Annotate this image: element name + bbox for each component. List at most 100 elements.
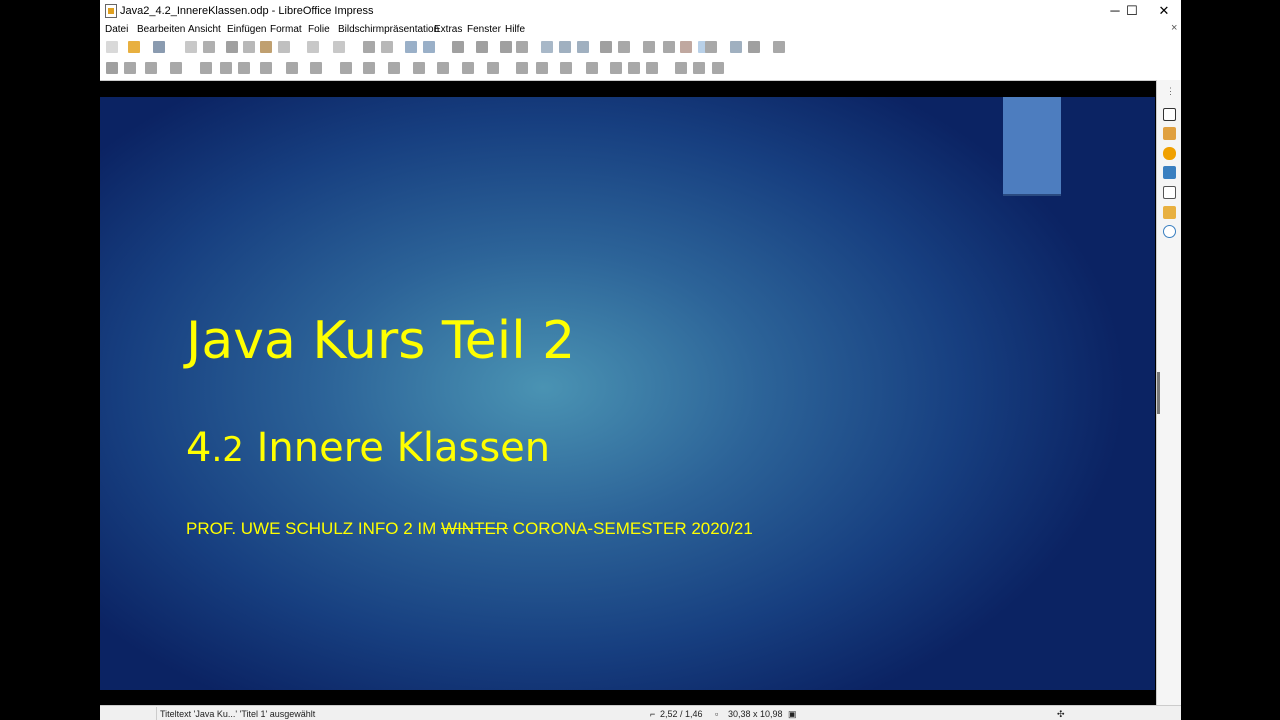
sidebar-resize-handle[interactable]: [1157, 372, 1160, 414]
subtitle-chapter-number: 4: [186, 425, 212, 471]
print-icon[interactable]: [203, 41, 215, 53]
impress-app-icon: [105, 4, 117, 18]
zoom-icon[interactable]: [124, 62, 136, 74]
media-icon[interactable]: [559, 41, 571, 53]
paste-icon[interactable]: [260, 41, 272, 53]
drawing-toolbar: [100, 59, 1181, 81]
crop-icon[interactable]: [628, 62, 640, 74]
arrange-icon[interactable]: [560, 62, 572, 74]
fit-slide-icon[interactable]: ✣: [1057, 709, 1065, 720]
close-document-icon[interactable]: ×: [1171, 22, 1177, 34]
symbol-shapes-icon[interactable]: [363, 62, 375, 74]
redo-icon[interactable]: [333, 41, 345, 53]
toggle-extrusion-icon[interactable]: [712, 62, 724, 74]
start-first-slide-icon[interactable]: [452, 41, 464, 53]
fill-color-icon[interactable]: [170, 62, 182, 74]
status-size: 30,38 x 10,98: [728, 709, 783, 719]
slide-canvas[interactable]: Java Kurs Teil 2 4.2 Innere Klassen PROF…: [100, 97, 1155, 690]
save-icon[interactable]: [153, 41, 165, 53]
gallery-icon[interactable]: [1163, 206, 1176, 219]
glue-points-icon[interactable]: [693, 62, 705, 74]
stars-icon[interactable]: [462, 62, 474, 74]
text-box-icon[interactable]: [600, 41, 612, 53]
export-pdf-icon[interactable]: [185, 41, 197, 53]
slide-decor-rectangle[interactable]: [1003, 97, 1061, 196]
cut-icon[interactable]: [226, 41, 238, 53]
subtitle-text: Innere Klassen: [243, 425, 551, 471]
sidebar-deck: ⋮: [1156, 80, 1181, 705]
sidebar-more-icon[interactable]: ⋮: [1166, 86, 1175, 97]
author-text-strikethrough: WINTER: [441, 519, 509, 538]
menu-extras[interactable]: Extras: [434, 24, 462, 35]
animation-icon[interactable]: [1163, 147, 1176, 160]
slide-author-line[interactable]: PROF. UWE SCHULZ INFO 2 IM WINTER CORONA…: [186, 519, 753, 539]
flowchart-icon[interactable]: [413, 62, 425, 74]
menu-bildschirmpraesentation[interactable]: Bildschirmpräsentation: [338, 24, 439, 35]
menu-folie[interactable]: Folie: [308, 24, 330, 35]
curve-icon[interactable]: [286, 62, 298, 74]
select-arrow-icon[interactable]: [106, 62, 118, 74]
menu-hilfe[interactable]: Hilfe: [505, 24, 525, 35]
comment-icon[interactable]: [680, 41, 692, 53]
line-icon[interactable]: [200, 62, 212, 74]
distribute-icon[interactable]: [586, 62, 598, 74]
chart-icon[interactable]: [577, 41, 589, 53]
slide-title[interactable]: Java Kurs Teil 2: [186, 311, 575, 371]
align-icon[interactable]: [536, 62, 548, 74]
new-document-icon[interactable]: [106, 41, 118, 53]
special-character-icon[interactable]: [618, 41, 630, 53]
status-bar: Titeltext 'Java Ku...' 'Titel 1' ausgewä…: [100, 705, 1181, 720]
duplicate-slide-icon[interactable]: [730, 41, 742, 53]
menu-ansicht[interactable]: Ansicht: [188, 24, 221, 35]
slide-layout-icon[interactable]: [705, 41, 717, 53]
menu-einfuegen[interactable]: Einfügen: [227, 24, 266, 35]
properties-icon[interactable]: [1163, 108, 1176, 121]
callouts-icon[interactable]: [437, 62, 449, 74]
position-icon: ⌐: [650, 709, 656, 719]
close-button[interactable]: ✕: [1150, 2, 1178, 20]
slide-subtitle[interactable]: 4.2 Innere Klassen: [186, 425, 550, 471]
undo-icon[interactable]: [307, 41, 319, 53]
clone-formatting-icon[interactable]: [278, 41, 290, 53]
copy-icon[interactable]: [243, 41, 255, 53]
standard-toolbar: [100, 38, 1181, 60]
menu-datei[interactable]: Datei: [105, 24, 128, 35]
rotate-icon[interactable]: [516, 62, 528, 74]
filter-icon[interactable]: [646, 62, 658, 74]
styles-icon[interactable]: [1163, 186, 1176, 199]
line-color-icon[interactable]: [145, 62, 157, 74]
block-arrows-icon[interactable]: [388, 62, 400, 74]
new-slide-icon[interactable]: [500, 41, 512, 53]
slide-workspace: Java Kurs Teil 2 4.2 Innere Klassen PROF…: [100, 80, 1156, 705]
document-modified-icon[interactable]: ▣: [788, 709, 797, 720]
slide-show-icon[interactable]: [748, 41, 760, 53]
more-options-icon[interactable]: [773, 41, 785, 53]
menu-fenster[interactable]: Fenster: [467, 24, 501, 35]
3d-objects-icon[interactable]: [487, 62, 499, 74]
find-replace-icon[interactable]: [363, 41, 375, 53]
open-folder-icon[interactable]: [128, 41, 140, 53]
maximize-button[interactable]: ☐: [1118, 2, 1146, 20]
menu-bearbeiten[interactable]: Bearbeiten: [137, 24, 185, 35]
start-current-slide-icon[interactable]: [476, 41, 488, 53]
fontwork-icon[interactable]: [643, 41, 655, 53]
table-icon[interactable]: [516, 41, 528, 53]
slide-transition-icon[interactable]: [1163, 127, 1176, 140]
hyperlink-icon[interactable]: [663, 41, 675, 53]
rectangle-icon[interactable]: [220, 62, 232, 74]
navigator-icon[interactable]: [1163, 225, 1176, 238]
ellipse-icon[interactable]: [238, 62, 250, 74]
menu-bar: Datei Bearbeiten Ansicht Einfügen Format…: [100, 22, 1181, 38]
display-views-icon[interactable]: [405, 41, 417, 53]
author-text-post: CORONA-SEMESTER 2020/21: [508, 519, 753, 538]
shadow-icon[interactable]: [610, 62, 622, 74]
basic-shapes-icon[interactable]: [340, 62, 352, 74]
points-icon[interactable]: [675, 62, 687, 74]
image-icon[interactable]: [541, 41, 553, 53]
menu-format[interactable]: Format: [270, 24, 302, 35]
spelling-icon[interactable]: [381, 41, 393, 53]
master-slide-icon[interactable]: [423, 41, 435, 53]
connector-icon[interactable]: [310, 62, 322, 74]
arrow-line-icon[interactable]: [260, 62, 272, 74]
master-slides-icon[interactable]: [1163, 166, 1176, 179]
